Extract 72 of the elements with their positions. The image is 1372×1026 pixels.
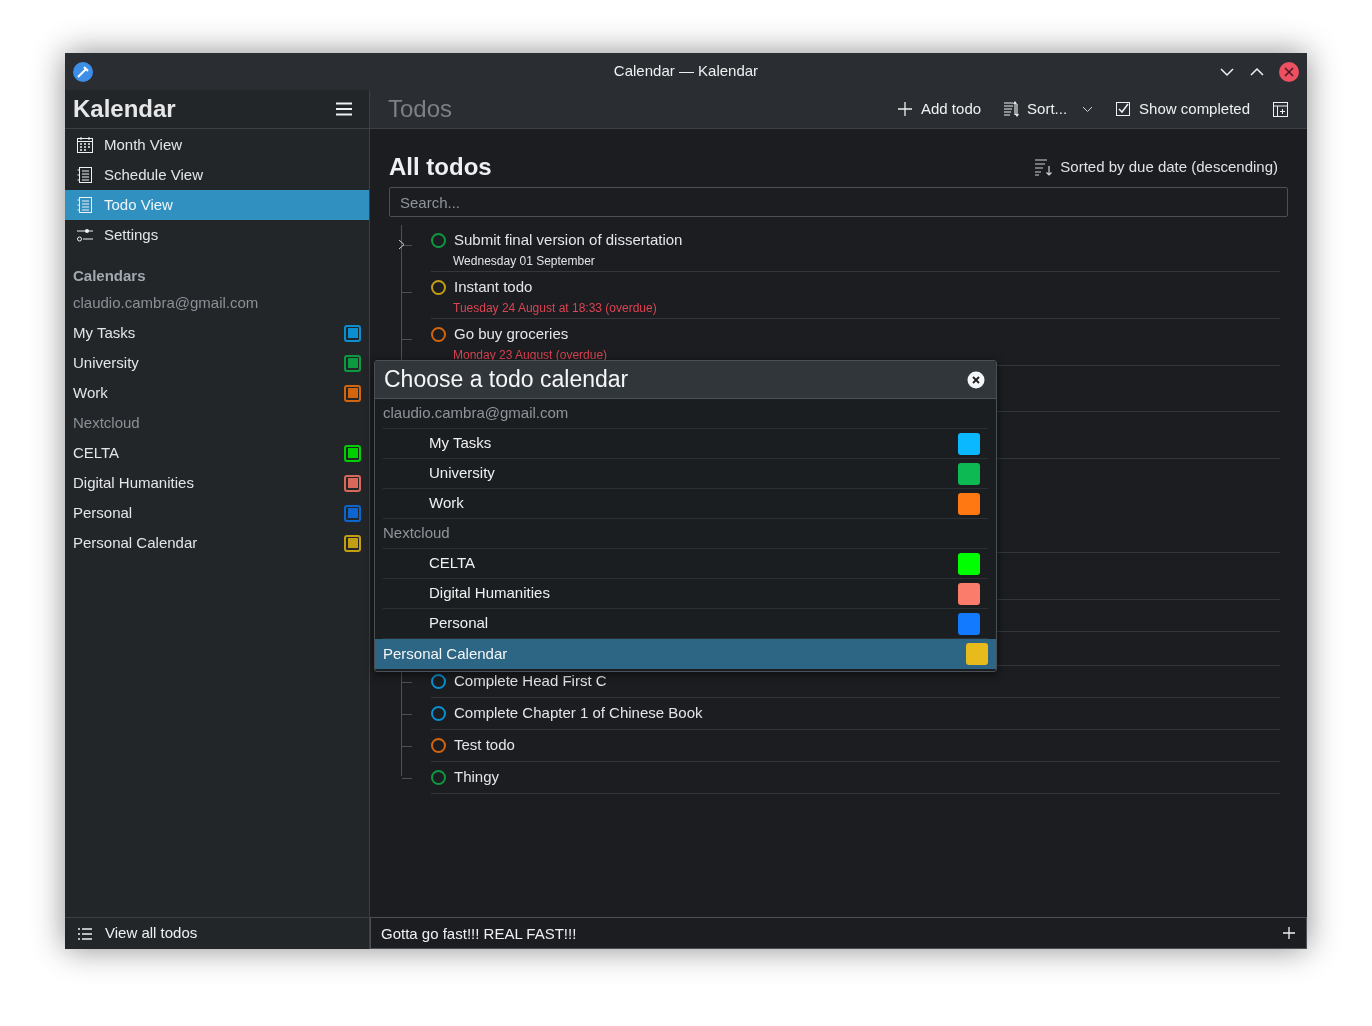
account-label: Nextcloud — [72, 412, 141, 433]
calendar-option[interactable]: Work — [383, 489, 988, 519]
calendar-color-checkbox[interactable] — [344, 354, 361, 372]
sliders-icon — [76, 226, 94, 244]
nav-item[interactable]: Schedule View — [65, 160, 369, 190]
calendar-color-checkbox[interactable] — [344, 384, 361, 402]
todo-title: Go buy groceries — [454, 323, 569, 344]
calendar-option[interactable]: Personal Calendar — [375, 639, 996, 669]
expand-chevron-icon[interactable] — [398, 239, 406, 250]
todo-checkbox[interactable] — [431, 706, 446, 721]
todo-checkbox[interactable] — [431, 232, 446, 248]
todo-checkbox[interactable] — [431, 279, 446, 295]
app-title: Kalendar — [73, 94, 176, 124]
add-icon[interactable] — [1282, 926, 1296, 940]
calendar-option[interactable]: University — [383, 459, 988, 489]
calendar-name[interactable]: CELTA — [73, 441, 120, 465]
account-label: claudio.cambra@gmail.com — [72, 292, 260, 313]
view-all-todos-button[interactable]: View all todos — [65, 918, 369, 949]
dialog-title: Choose a todo calendar — [384, 365, 629, 395]
search-field[interactable]: Search... — [389, 187, 1288, 217]
calendar-icon — [76, 136, 94, 154]
todo-title: Complete Chapter 1 of Chinese Book — [454, 703, 703, 724]
sort-button[interactable]: Sort... — [1003, 97, 1094, 121]
todo-title: Submit final version of dissertation — [454, 229, 683, 250]
due-date: Tuesday 24 August at 18:33 (overdue) — [453, 300, 658, 317]
add-todo-button[interactable]: Add todo — [897, 97, 982, 121]
todo-title: Complete Head First C — [454, 671, 607, 692]
window-title: Calendar — Kalendar — [612, 61, 760, 82]
section-heading: Calendars — [72, 265, 147, 286]
checklist-icon — [1115, 100, 1133, 118]
calendar-name[interactable]: Personal Calendar — [73, 531, 198, 555]
account-label: claudio.cambra@gmail.com — [383, 399, 988, 429]
due-date: Monday 23 August (overdue) — [453, 347, 609, 364]
list-icon — [77, 926, 93, 941]
calendar-color-checkbox[interactable] — [344, 324, 361, 342]
todo-checkbox[interactable] — [431, 326, 446, 342]
panel-icon[interactable] — [1272, 100, 1289, 118]
todo-checkbox[interactable] — [431, 674, 446, 689]
app-icon — [72, 60, 94, 83]
todo-title: Test todo — [454, 735, 515, 756]
plus-icon — [897, 100, 914, 118]
nav-item[interactable]: Settings — [65, 220, 369, 250]
sort-icon — [1003, 100, 1021, 118]
todo-checkbox[interactable] — [431, 738, 446, 753]
todo-checkbox[interactable] — [431, 770, 446, 785]
show-completed-button[interactable]: Show completed — [1115, 97, 1250, 121]
calendar-color-checkbox[interactable] — [344, 504, 361, 522]
calendar-option[interactable]: Digital Humanities — [383, 579, 988, 609]
calendar-color-checkbox[interactable] — [344, 474, 361, 492]
menu-icon[interactable] — [335, 102, 353, 116]
calendar-color-checkbox[interactable] — [344, 534, 361, 552]
list-heading: All todos — [389, 152, 492, 182]
account-label: Nextcloud — [383, 519, 988, 549]
dropdown-caret-icon — [1082, 105, 1094, 113]
list-icon — [76, 196, 94, 214]
calendar-name[interactable]: Digital Humanities — [73, 471, 194, 495]
calendar-name[interactable]: Work — [73, 381, 108, 405]
calendar-name[interactable]: My Tasks — [73, 321, 136, 345]
sort-label: Sorted by due date (descending) — [1060, 156, 1278, 177]
calendar-option[interactable]: My Tasks — [383, 429, 988, 459]
page-title: Todos — [388, 94, 453, 124]
nav-item[interactable]: Month View — [65, 130, 369, 160]
close-icon[interactable] — [967, 370, 985, 389]
calendar-color-checkbox[interactable] — [344, 444, 361, 462]
list-icon — [76, 166, 94, 184]
calendar-name[interactable]: University — [73, 351, 139, 375]
sort-icon — [1034, 158, 1053, 176]
calendar-name[interactable]: Personal — [73, 501, 133, 525]
todo-title: Thingy — [454, 767, 500, 788]
calendar-option[interactable]: CELTA — [383, 549, 988, 579]
todo-title: Instant todo — [454, 276, 533, 297]
due-date: Wednesday 01 September — [453, 253, 596, 270]
